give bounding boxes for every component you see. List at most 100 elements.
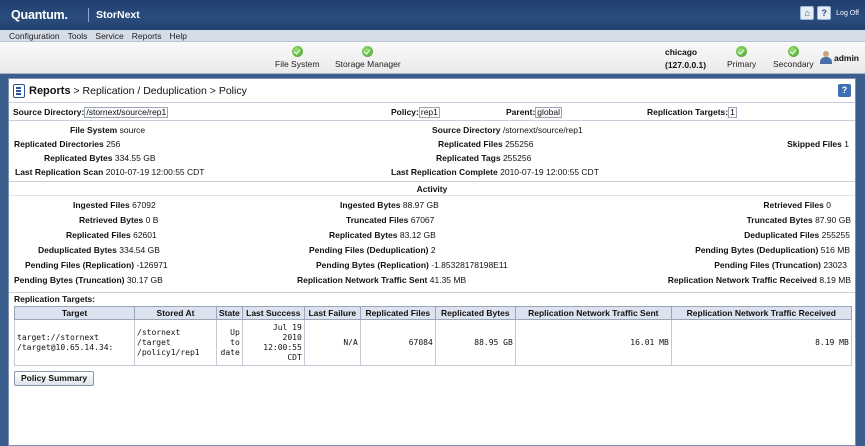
status-secondary[interactable]: Secondary xyxy=(773,46,814,69)
menu-bar: Configuration Tools Service Reports Help xyxy=(0,30,865,42)
retrieved-files-row: Retrieved Files 0 xyxy=(763,200,831,210)
col-stored-at[interactable]: Stored At xyxy=(134,306,217,320)
replicated-files-row: Replicated Files 255256 xyxy=(438,139,534,149)
breadcrumb-bar: Reports > Replication / Deduplication > … xyxy=(9,79,855,103)
policy-info: File System source Source Directory /sto… xyxy=(9,122,855,182)
table-header-row: Target Stored At State Last Success Last… xyxy=(14,306,852,320)
status-file-system[interactable]: File System xyxy=(275,46,319,69)
pending-bytes-repl-row: Pending Bytes (Replication) -1.853281781… xyxy=(316,260,508,270)
report-icon xyxy=(13,84,25,98)
help-icon[interactable]: ? xyxy=(838,84,851,97)
deduplicated-files-row: Deduplicated Files 255255 xyxy=(744,230,850,240)
replicated-files-cell: 67084 xyxy=(359,319,436,366)
ingested-bytes-row: Ingested Bytes 88.97 GB xyxy=(340,200,439,210)
menu-help[interactable]: Help xyxy=(170,31,187,41)
truncated-files-row: Truncated Files 67067 xyxy=(346,215,435,225)
retrieved-bytes-row: Retrieved Bytes 0 B xyxy=(79,215,159,225)
traffic-received-cell: 8.19 MB xyxy=(670,319,852,366)
last-scan-row: Last Replication Scan 2010-07-19 12:00:5… xyxy=(15,167,205,177)
top-icons: ⌂ ? Log Off xyxy=(800,6,859,20)
col-last-failure[interactable]: Last Failure xyxy=(303,306,361,320)
report-panel: Reports > Replication / Deduplication > … xyxy=(8,78,856,446)
parent-field[interactable]: global xyxy=(535,107,562,118)
user-menu[interactable]: admin xyxy=(819,51,859,64)
replication-targets-table: Target Stored At State Last Success Last… xyxy=(14,306,852,366)
targets-field[interactable]: 1 xyxy=(728,107,737,118)
replicated-bytes-row: Replicated Bytes 83.12 GB xyxy=(329,230,436,240)
brand-bar: Quantum. StorNext ⌂ ? Log Off xyxy=(0,0,865,30)
help-icon[interactable]: ? xyxy=(817,6,832,20)
menu-service[interactable]: Service xyxy=(95,31,123,41)
col-replicated-bytes[interactable]: Replicated Bytes xyxy=(434,306,516,320)
pending-files-trunc-row: Pending Files (Truncation) 23023 xyxy=(714,260,847,270)
breadcrumb: Reports > Replication / Deduplication > … xyxy=(29,85,247,97)
activity-title: Activity xyxy=(9,183,855,196)
user-name: admin xyxy=(833,52,859,63)
replicated-bytes-cell: 88.95 GB xyxy=(434,319,516,366)
col-target[interactable]: Target xyxy=(14,306,135,320)
check-circle-icon xyxy=(291,46,303,57)
ingested-files-row: Ingested Files 67092 xyxy=(73,200,156,210)
replication-targets-title: Replication Targets: xyxy=(14,294,96,304)
parent-filter: Parent: global xyxy=(506,107,562,118)
status-label: Secondary xyxy=(773,59,814,69)
host-ip: (127.0.0.1) xyxy=(665,60,707,70)
file-system-row: File System source xyxy=(70,125,146,135)
brand-divider xyxy=(88,8,89,22)
breadcrumb-path: > Replication / Deduplication > Policy xyxy=(70,85,247,97)
filter-label: Policy: xyxy=(391,107,419,117)
col-state[interactable]: State xyxy=(216,306,243,320)
policy-field[interactable]: rep1 xyxy=(418,107,440,118)
col-replicated-files[interactable]: Replicated Files xyxy=(359,306,436,320)
menu-configuration[interactable]: Configuration xyxy=(9,31,60,41)
traffic-sent-row: Replication Network Traffic Sent 41.35 M… xyxy=(297,275,467,285)
source-directory-filter: Source Directory:/stornext/source/rep1 xyxy=(13,107,169,118)
check-circle-icon xyxy=(787,46,799,57)
filter-label: Parent: xyxy=(506,107,536,117)
status-bar: File System Storage Manager chicago (127… xyxy=(0,42,865,74)
check-circle-icon xyxy=(736,46,748,57)
status-label: File System xyxy=(275,59,320,69)
last-complete-row: Last Replication Complete 2010-07-19 12:… xyxy=(391,167,599,177)
menu-tools[interactable]: Tools xyxy=(68,31,88,41)
status-label: Primary xyxy=(727,59,757,69)
breadcrumb-root: Reports xyxy=(29,85,71,97)
replicated-bytes-row: Replicated Bytes 334.55 GB xyxy=(44,153,156,163)
pending-files-repl-row: Pending Files (Replication) -126971 xyxy=(25,260,168,270)
replicated-files-row: Replicated Files 62601 xyxy=(66,230,157,240)
user-icon xyxy=(819,51,832,64)
log-off-link[interactable]: Log Off xyxy=(836,10,859,17)
source-directory-field[interactable]: /stornext/source/rep1 xyxy=(84,107,169,118)
home-icon[interactable]: ⌂ xyxy=(800,6,815,20)
check-circle-icon xyxy=(362,46,374,57)
traffic-received-row: Replication Network Traffic Received 8.1… xyxy=(667,275,851,285)
replicated-tags-row: Replicated Tags 255256 xyxy=(436,153,532,163)
host-info: chicago (127.0.0.1) xyxy=(665,46,706,72)
status-primary[interactable]: Primary xyxy=(727,46,756,69)
traffic-sent-cell: 16.01 MB xyxy=(514,319,672,366)
pending-bytes-trunc-row: Pending Bytes (Truncation) 30.17 GB xyxy=(14,275,163,285)
policy-summary-button[interactable]: Policy Summary xyxy=(14,371,95,386)
pending-files-dedup-row: Pending Files (Deduplication) 2 xyxy=(309,245,436,255)
table-row[interactable]: target://stornext/target@10.65.14.34: /s… xyxy=(14,319,852,366)
status-storage-manager[interactable]: Storage Manager xyxy=(335,46,401,69)
host-name: chicago xyxy=(665,47,698,57)
col-traffic-received[interactable]: Replication Network Traffic Received xyxy=(670,306,852,320)
filter-row: Source Directory:/stornext/source/rep1 P… xyxy=(9,103,855,121)
menu-reports[interactable]: Reports xyxy=(132,31,162,41)
state-cell: Up to date xyxy=(216,319,243,366)
filter-label: Replication Targets: xyxy=(647,107,729,117)
activity-section: Activity Ingested Files 67092 Ingested B… xyxy=(9,183,855,293)
truncated-bytes-row: Truncated Bytes 87.90 GB xyxy=(746,215,851,225)
status-label: Storage Manager xyxy=(335,59,401,69)
skipped-files-row: Skipped Files 1 xyxy=(787,139,849,149)
product-name: StorNext xyxy=(96,9,140,21)
filter-label: Source Directory: xyxy=(13,107,85,117)
last-failure-cell: N/A xyxy=(303,319,361,366)
pending-bytes-dedup-row: Pending Bytes (Deduplication) 516 MB xyxy=(695,245,850,255)
last-success-cell: Jul 19 2010 12:00:55 CDT xyxy=(241,319,305,366)
source-directory-row: Source Directory /stornext/source/rep1 xyxy=(432,125,583,135)
col-last-success[interactable]: Last Success xyxy=(241,306,305,320)
col-traffic-sent[interactable]: Replication Network Traffic Sent xyxy=(514,306,672,320)
target-cell: target://stornext/target@10.65.14.34: xyxy=(14,319,135,366)
